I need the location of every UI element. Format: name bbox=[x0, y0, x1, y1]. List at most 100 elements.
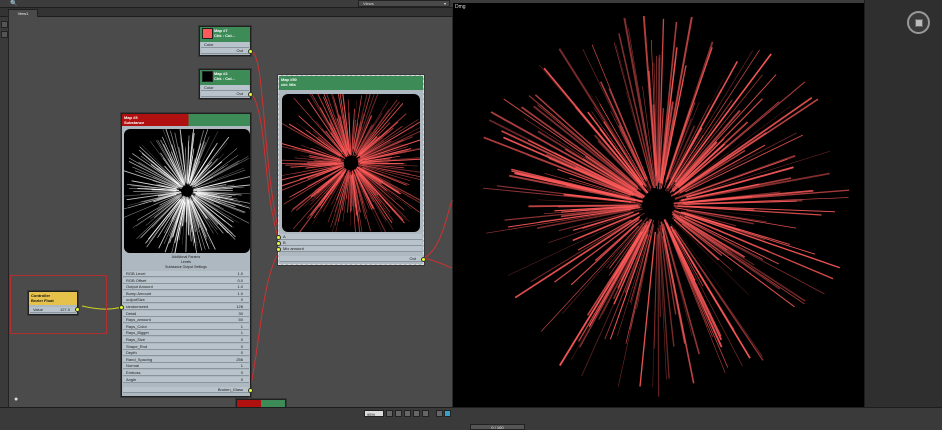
zoom-dropdown-icon[interactable] bbox=[386, 410, 393, 417]
value-field[interactable]: 127.0 bbox=[60, 307, 70, 313]
viewcube-icon[interactable] bbox=[907, 11, 930, 34]
time-slider[interactable]: 0 / 100 bbox=[470, 424, 525, 430]
section-levels[interactable]: Levels bbox=[122, 260, 250, 264]
controller-node[interactable]: Controller Bezier Float Value 127.0 bbox=[28, 291, 80, 315]
param-value[interactable]: 0 bbox=[241, 344, 243, 350]
param-row[interactable]: Rays_amount 50 bbox=[123, 317, 249, 324]
param-row[interactable]: Bump Amount 1.0 bbox=[123, 290, 249, 297]
param-name: Shape_Rnd bbox=[126, 343, 148, 349]
settings-icon[interactable] bbox=[436, 410, 443, 417]
value-label: Value bbox=[33, 307, 43, 312]
pan-tool-button[interactable] bbox=[1, 31, 8, 38]
burst-center bbox=[642, 189, 674, 221]
param-value[interactable]: 0 bbox=[241, 350, 243, 356]
views-dropdown-label: Views bbox=[363, 1, 374, 6]
param-name: Emboss bbox=[126, 370, 141, 375]
burst-ray bbox=[678, 96, 813, 191]
param-name: Detail bbox=[126, 310, 137, 316]
param-row[interactable]: randomseed 128 bbox=[123, 304, 249, 310]
param-row[interactable]: Detail 30 bbox=[123, 310, 249, 317]
output-port[interactable] bbox=[248, 388, 253, 393]
search-icon[interactable]: 🔍 bbox=[10, 1, 17, 7]
burst-ray bbox=[657, 233, 660, 397]
render-viewport[interactable] bbox=[453, 3, 864, 407]
param-value[interactable]: 1.0 bbox=[237, 271, 243, 277]
param-row[interactable]: RGB Offset 0.0 bbox=[123, 277, 249, 284]
viewport-sync-icon[interactable] bbox=[444, 410, 451, 417]
param-value[interactable]: 0 bbox=[241, 297, 243, 303]
node-subtitle: ckt: Mix bbox=[281, 82, 296, 87]
tab-view1[interactable]: View1 bbox=[8, 9, 38, 17]
param-name: Rays_Size bbox=[126, 337, 146, 342]
param-value[interactable]: 256 bbox=[236, 357, 243, 363]
zoom-level-field[interactable]: 95% bbox=[364, 410, 384, 417]
map-node-black-color[interactable]: Map #2 Chk : Col... Color Out bbox=[199, 69, 253, 99]
views-dropdown[interactable]: Views ▾ bbox=[358, 0, 450, 7]
burst-center bbox=[181, 185, 193, 197]
param-name: RGB Level bbox=[126, 271, 146, 276]
param-row[interactable]: RGB Level 1.0 bbox=[123, 271, 249, 277]
output-port[interactable] bbox=[248, 92, 253, 97]
select-tool-button[interactable] bbox=[1, 21, 8, 28]
input-port-a[interactable] bbox=[276, 235, 281, 240]
pan-hand-icon[interactable] bbox=[395, 410, 402, 417]
node-row-out: Broken_Glass bbox=[123, 387, 249, 393]
param-value[interactable]: 128 bbox=[236, 304, 243, 310]
substance-node[interactable]: Map #5 Substance Additional Params Level… bbox=[119, 113, 253, 397]
node-row-out: Out bbox=[201, 48, 249, 54]
burst-ray bbox=[185, 198, 188, 252]
param-value[interactable]: 0 bbox=[241, 337, 243, 343]
param-value[interactable]: 1.0 bbox=[237, 291, 243, 297]
node-header: Map #5 Substance bbox=[122, 114, 250, 126]
param-name: Output Amount bbox=[126, 284, 153, 290]
viewcube-face[interactable] bbox=[915, 19, 923, 27]
param-name: Rays_amount bbox=[126, 317, 151, 323]
param-row[interactable]: outputSize 0 bbox=[123, 297, 249, 304]
input-port-randomseed[interactable] bbox=[119, 305, 124, 310]
param-value[interactable]: 1 bbox=[241, 363, 243, 369]
param-row[interactable]: Depth 0 bbox=[123, 350, 249, 357]
zoom-extents-icon[interactable] bbox=[404, 410, 411, 417]
param-row[interactable]: Normal 1 bbox=[123, 363, 249, 370]
param-name: Rays_Color bbox=[126, 323, 147, 329]
section-output-settings[interactable]: Substance Output Settings bbox=[122, 265, 250, 269]
param-value[interactable]: 0 bbox=[241, 370, 243, 376]
param-row[interactable]: Rays_Bigger 1 bbox=[123, 330, 249, 337]
substance-preview-image bbox=[124, 129, 250, 253]
output-port[interactable] bbox=[248, 49, 253, 54]
param-row[interactable]: Angle 0 bbox=[123, 376, 249, 383]
param-value[interactable]: 50 bbox=[239, 317, 243, 323]
controller-value-row: Value 127.0 bbox=[30, 307, 76, 313]
param-value[interactable]: 30 bbox=[239, 311, 243, 317]
param-value[interactable]: 1 bbox=[241, 330, 243, 336]
binoculars-icon[interactable]: ● bbox=[14, 396, 22, 404]
param-row[interactable]: Emboss 0 bbox=[123, 370, 249, 376]
zoom-region-icon[interactable] bbox=[413, 410, 420, 417]
section-additional-params[interactable]: Additional Params bbox=[122, 255, 250, 259]
output-port[interactable] bbox=[421, 257, 426, 262]
white-burst-preview bbox=[124, 129, 250, 253]
param-row[interactable]: Rays_Color 1 bbox=[123, 323, 249, 330]
param-row[interactable]: Rand_Spacing 256 bbox=[123, 356, 249, 363]
param-row[interactable]: Output Amount 1.0 bbox=[123, 284, 249, 291]
input-port-b[interactable] bbox=[276, 241, 281, 246]
burst-ray bbox=[528, 204, 639, 208]
param-row[interactable]: Shape_Rnd 0 bbox=[123, 343, 249, 350]
node-subtitle: Substance bbox=[124, 120, 145, 125]
input-port-mix[interactable] bbox=[276, 247, 281, 252]
node-toolbar bbox=[0, 17, 9, 407]
layout-icon[interactable] bbox=[422, 410, 429, 417]
node-row-mix-amount: Mix amount bbox=[280, 246, 422, 252]
output-port[interactable] bbox=[75, 307, 80, 312]
param-value[interactable]: 1 bbox=[241, 324, 243, 330]
param-row[interactable]: Rays_Size 0 bbox=[123, 337, 249, 343]
mix-node[interactable]: Map #50 ckt: Mix A B Mix amount Out bbox=[276, 75, 426, 265]
node-header: Map #50 ckt: Mix bbox=[279, 76, 423, 90]
param-value[interactable]: 1.0 bbox=[237, 284, 243, 290]
node-subtitle: Bezier Float bbox=[31, 298, 54, 303]
param-name: Angle bbox=[126, 376, 137, 382]
param-value[interactable]: 0.0 bbox=[237, 278, 243, 284]
param-value[interactable]: 0 bbox=[241, 377, 243, 383]
node-subtitle: Chk : Col... bbox=[214, 33, 235, 38]
map-node-red-color[interactable]: Map #7 Chk : Col... Color Out bbox=[199, 26, 253, 56]
